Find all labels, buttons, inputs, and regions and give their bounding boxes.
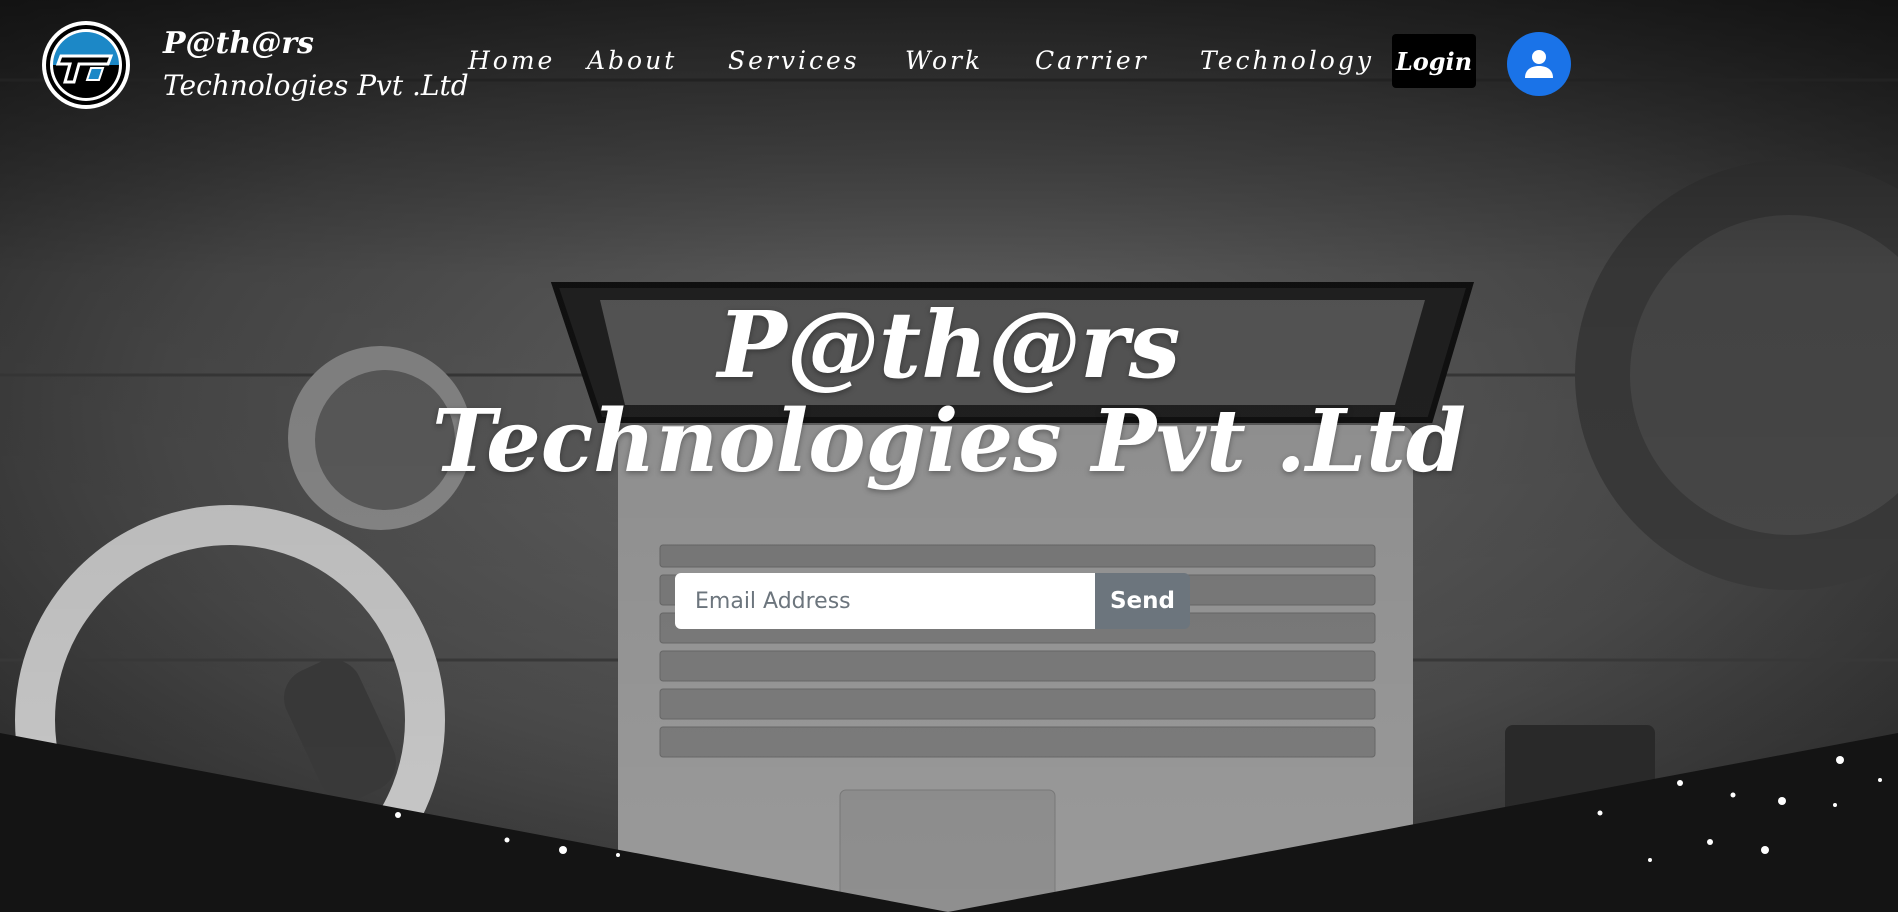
hero-title-line2: Technologies Pvt .Ltd <box>431 391 1467 492</box>
user-icon <box>1525 50 1553 78</box>
user-account-button[interactable] <box>1507 32 1571 96</box>
landing-page: P@th@rs Technologies Pvt .Ltd Home About… <box>0 0 1898 912</box>
login-button[interactable]: Login <box>1392 34 1476 88</box>
send-button[interactable]: Send <box>1095 573 1190 629</box>
nav-link-about[interactable]: About <box>587 46 677 75</box>
hero-title-line1: P@th@rs <box>717 291 1181 399</box>
email-input[interactable] <box>675 573 1095 629</box>
nav-link-services[interactable]: Services <box>728 46 860 75</box>
nav-link-work[interactable]: Work <box>905 46 983 75</box>
nav-link-technology[interactable]: Technology <box>1200 46 1374 75</box>
nav-link-home[interactable]: Home <box>468 46 555 75</box>
top-navbar: P@th@rs Technologies Pvt .Ltd Home About… <box>0 0 1898 130</box>
main-nav: Home About Services Work Carrier Technol… <box>0 46 1898 86</box>
nav-link-carrier[interactable]: Carrier <box>1035 46 1149 75</box>
subscribe-form: Send <box>675 573 1190 629</box>
